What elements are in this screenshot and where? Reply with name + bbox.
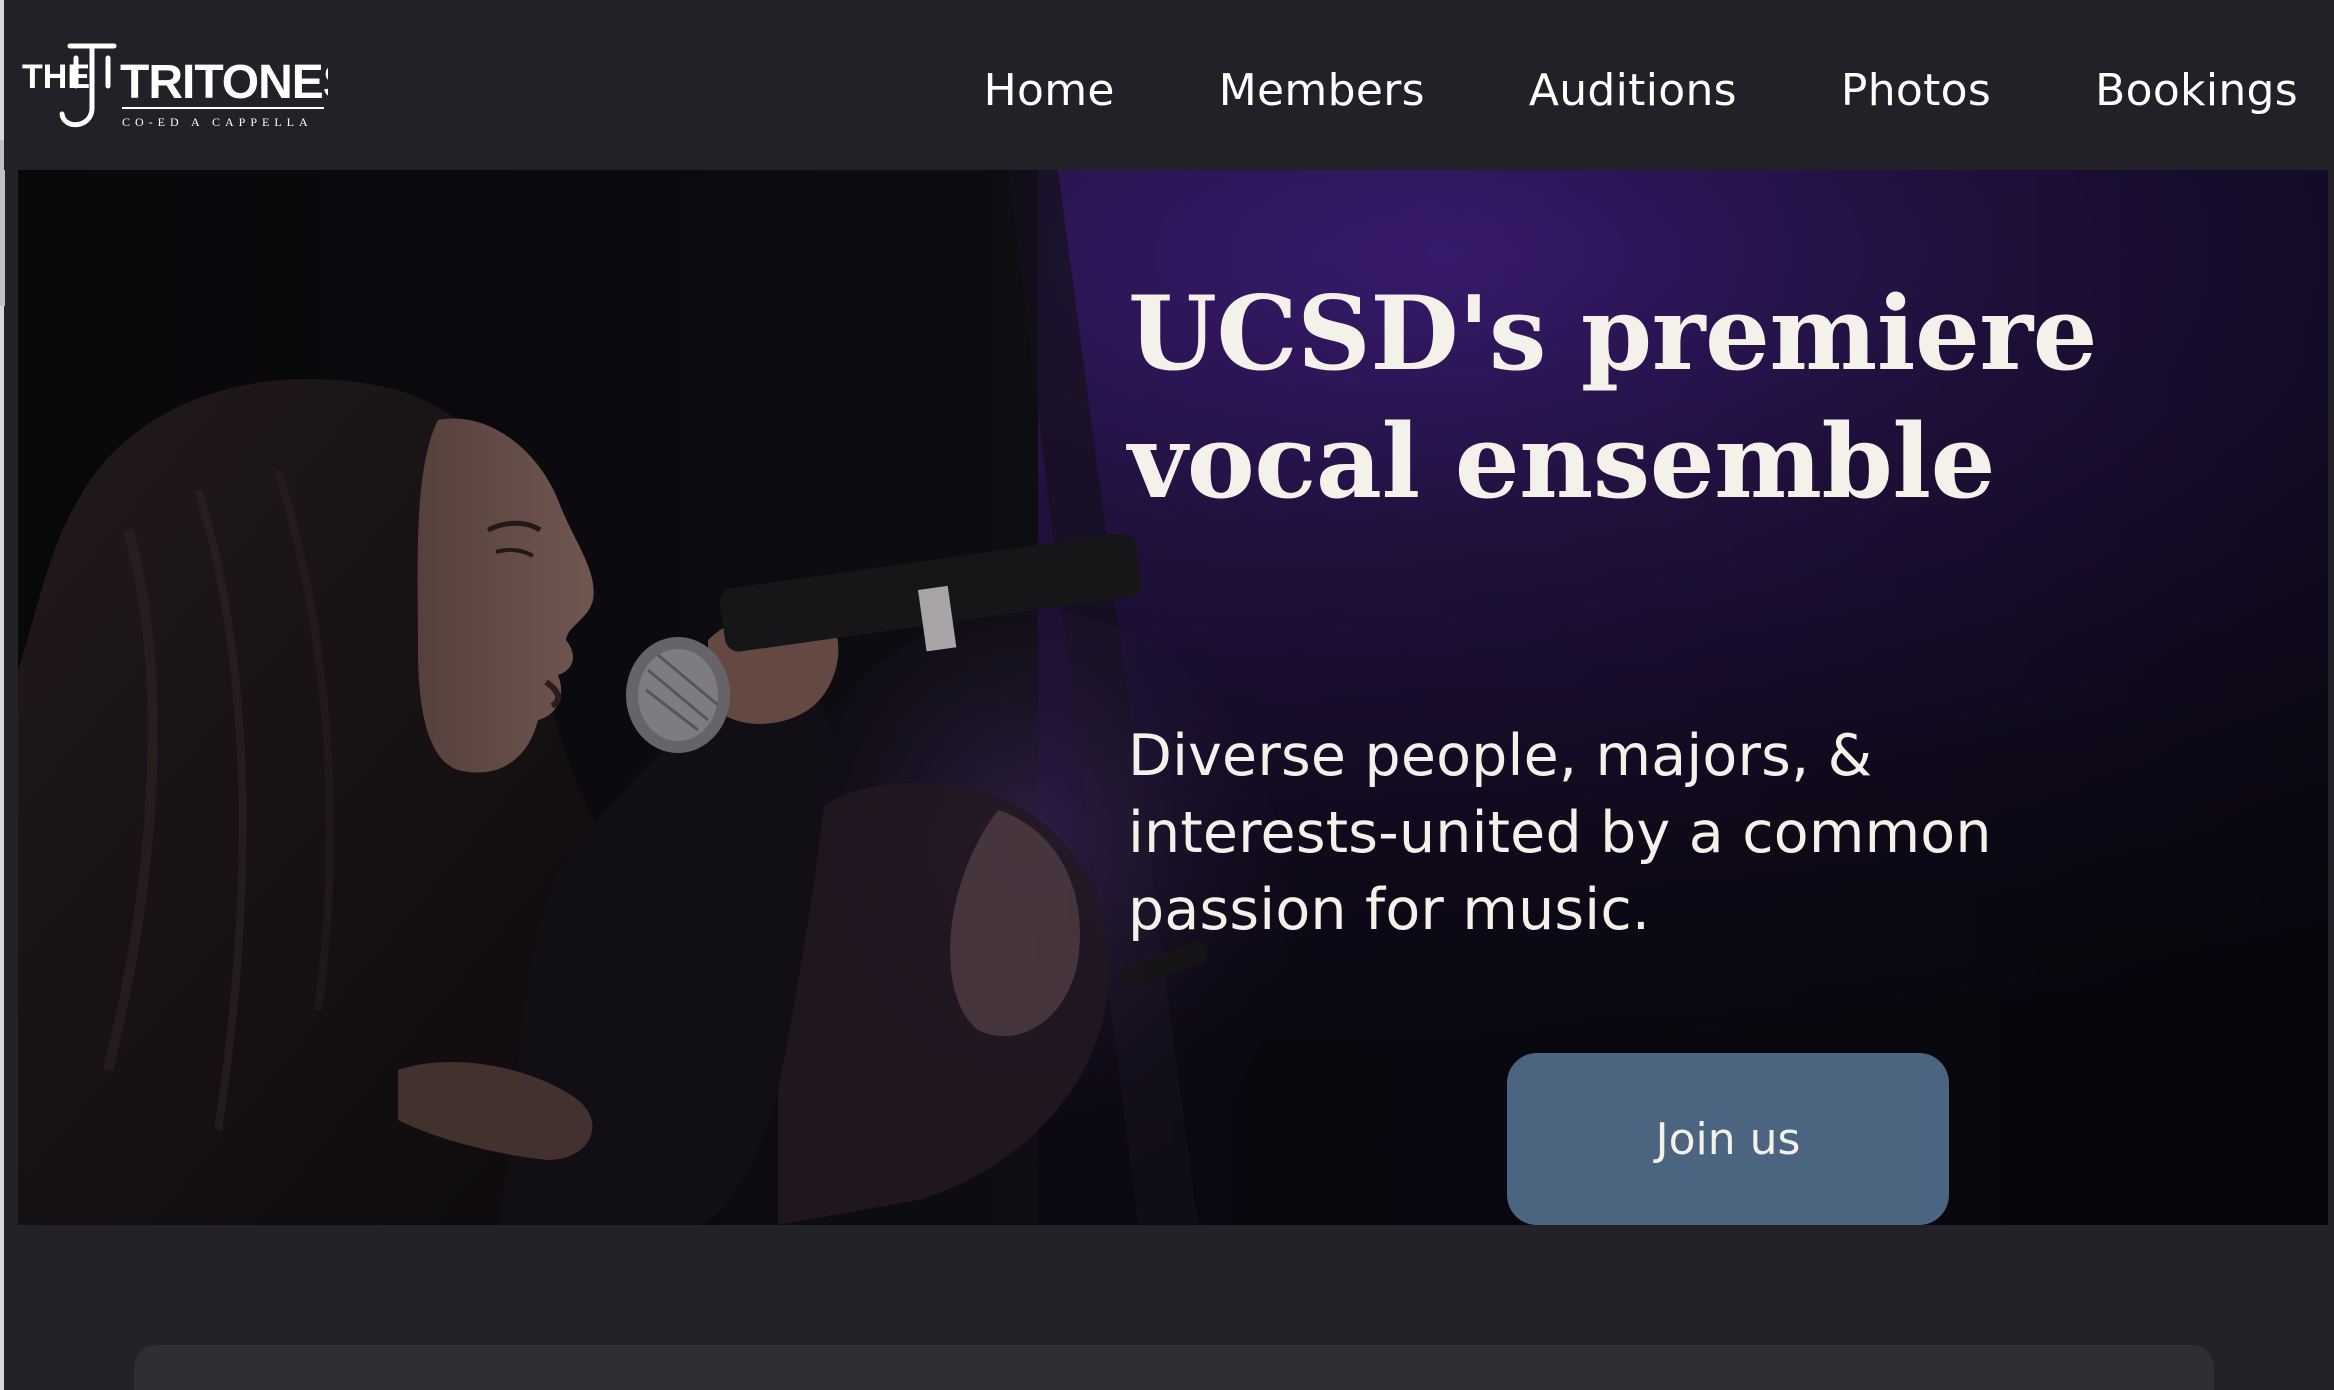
logo-name-text: TRITONES [120,56,328,109]
tritones-logo[interactable]: THE TRITONES CO-ED A CAPPELLA [18,38,328,134]
site-header: THE TRITONES CO-ED A CAPPELLA Home Membe… [4,0,2334,170]
content-card [134,1345,2214,1390]
hero-section: UCSD's premiere vocal ensemble Diverse p… [18,170,2328,1225]
nav-home[interactable]: Home [984,65,1115,116]
nav-members[interactable]: Members [1219,65,1425,116]
nav-photos[interactable]: Photos [1841,65,1991,116]
logo-tagline-text: CO-ED A CAPPELLA [122,115,313,129]
logo-the-text: THE [22,58,90,96]
main-nav: Home Members Auditions Photos Bookings [984,58,2298,122]
join-us-button[interactable]: Join us [1507,1053,1949,1225]
hero-subtitle: Diverse people, majors, & interests-unit… [1128,723,1992,943]
nav-bookings[interactable]: Bookings [2095,65,2298,116]
nav-auditions[interactable]: Auditions [1529,65,1737,116]
hero-title: UCSD's premiere vocal ensemble [1128,274,2098,522]
